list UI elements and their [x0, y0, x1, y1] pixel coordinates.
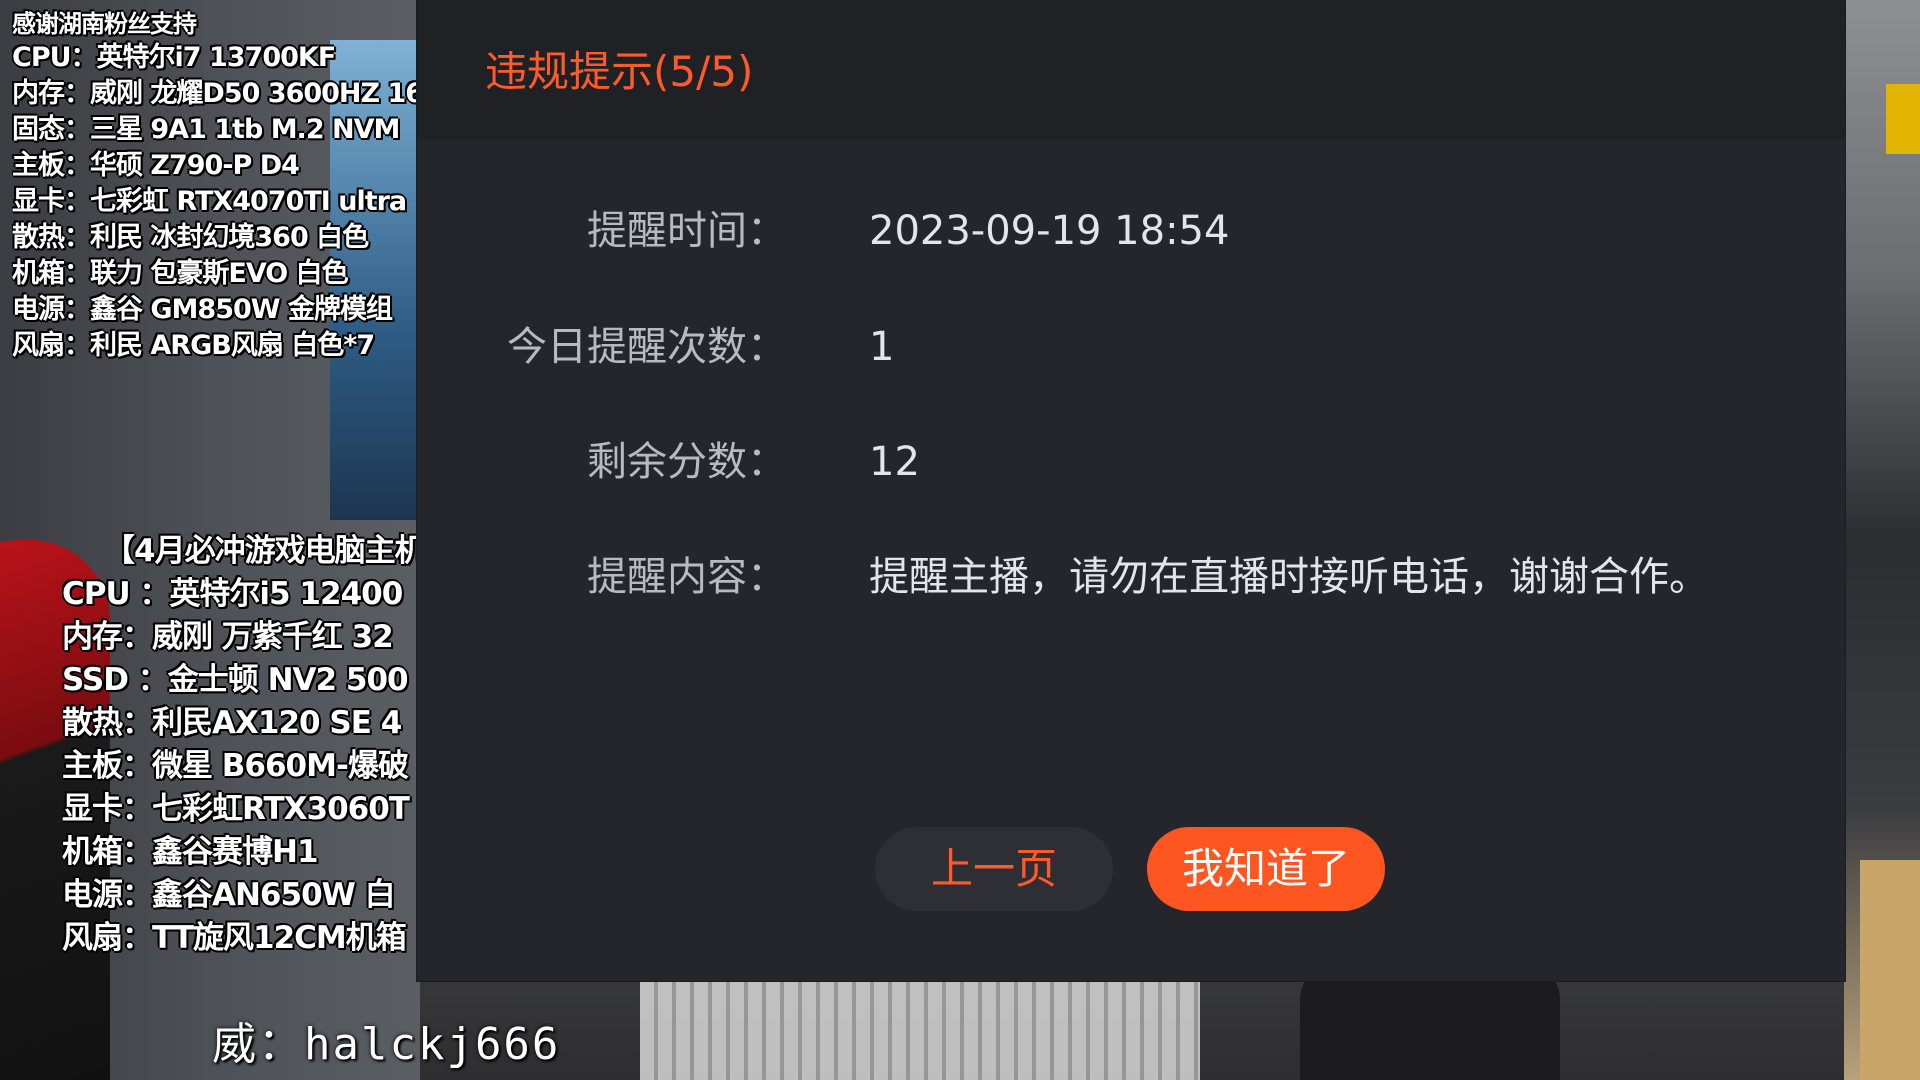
- spec-line: 电源：鑫谷AN650W 白: [62, 877, 396, 913]
- spec-header: 【4月必冲游戏电脑主机: [104, 533, 416, 569]
- overlay-specs-primary: 感谢湖南粉丝支持 CPU：英特尔i7 13700KF 内存：威刚 龙耀D50 3…: [12, 8, 416, 368]
- overlay-specs-secondary: 【4月必冲游戏电脑主机 CPU ：英特尔i5 12400 内存：威刚 万紫千红 …: [62, 530, 416, 960]
- reminder-content-value: 提醒主播，请勿在直播时接听电话，谢谢合作。: [869, 554, 1709, 600]
- reminder-count-label: 今日提醒次数：: [507, 324, 787, 370]
- spec-line: SSD ：金士顿 NV2 500: [62, 662, 409, 698]
- remaining-score-value: 12: [869, 439, 920, 485]
- reminder-count-value: 1: [869, 324, 895, 370]
- acknowledge-button[interactable]: 我知道了: [1147, 827, 1385, 911]
- spec-line: 风扇：TT旋风12CM机箱: [62, 920, 407, 956]
- dialog-header: 违规提示(5/5): [417, 0, 1845, 140]
- spec-line: 主板：华硕 Z790-P D4: [12, 150, 300, 181]
- pc-case-on-desk: [640, 980, 1200, 1080]
- spec-line: 机箱：联力 包豪斯EVO 白色: [12, 258, 349, 289]
- cardboard-box: [1860, 860, 1920, 1080]
- spec-line: 主板：微星 B660M-爆破: [62, 748, 409, 784]
- spec-line: 内存：威刚 万紫千红 32: [62, 619, 394, 655]
- previous-page-button[interactable]: 上一页: [875, 827, 1113, 911]
- dialog-title: 违规提示(5/5): [485, 47, 754, 96]
- remaining-score-row: 剩余分数： 12: [417, 432, 1845, 492]
- remaining-score-label: 剩余分数：: [587, 439, 787, 485]
- spec-line: 风扇：利民 ARGB风扇 白色*7: [12, 330, 375, 361]
- spec-line: 显卡：七彩虹RTX3060T: [62, 791, 410, 827]
- reminder-count-row: 今日提醒次数： 1: [417, 317, 1845, 377]
- spec-line: 感谢湖南粉丝支持: [12, 10, 197, 38]
- spec-line: 机箱：鑫谷赛博H1: [62, 834, 319, 870]
- reminder-time-label: 提醒时间：: [587, 208, 787, 254]
- spec-line: 显卡：七彩虹 RTX4070TI ultra: [12, 186, 407, 217]
- spec-line: 内存：威刚 龙耀D50 3600HZ 16: [12, 78, 416, 109]
- spec-line: 散热：利民 冰封幻境360 白色: [12, 222, 369, 253]
- spec-line: CPU ：英特尔i5 12400: [62, 576, 403, 612]
- spec-line: 固态：三星 9A1 1tb M.2 NVM: [12, 114, 400, 145]
- reminder-content-row: 提醒内容： 提醒主播，请勿在直播时接听电话，谢谢合作。: [417, 547, 1845, 607]
- spec-line: 电源：鑫谷 GM850W 金牌模组: [12, 294, 393, 325]
- reminder-time-row: 提醒时间： 2023-09-19 18:54: [417, 201, 1845, 261]
- violation-dialog: 违规提示(5/5) 提醒时间： 2023-09-19 18:54 今日提醒次数：…: [417, 0, 1845, 981]
- reminder-time-value: 2023-09-19 18:54: [869, 208, 1230, 254]
- right-sign: [1886, 84, 1920, 154]
- wechat-contact-text: 威：halckj666: [212, 1019, 561, 1070]
- spec-line: CPU：英特尔i7 13700KF: [12, 42, 336, 73]
- reminder-content-label: 提醒内容：: [587, 554, 787, 600]
- spec-line: 散热：利民AX120 SE 4: [62, 705, 402, 741]
